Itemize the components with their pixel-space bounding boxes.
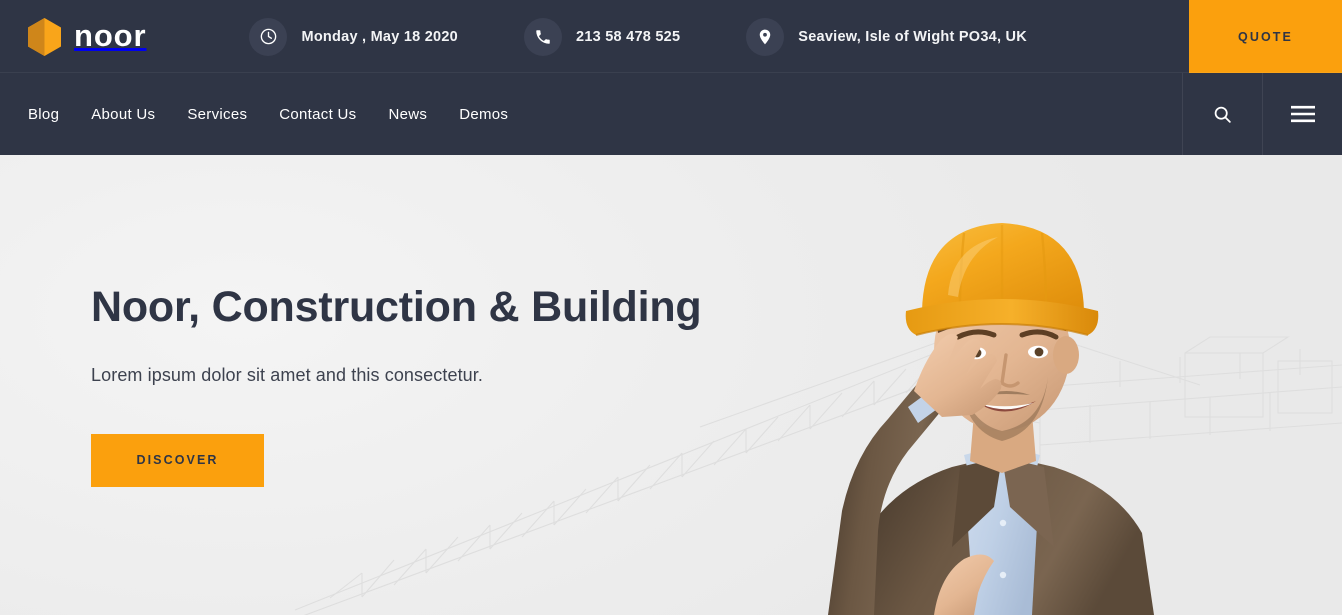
nav-link-contact-us[interactable]: Contact Us bbox=[279, 106, 388, 123]
hero-subtitle: Lorem ipsum dolor sit amet and this cons… bbox=[91, 364, 483, 385]
hero-section: Noor, Construction & Building Lorem ipsu… bbox=[0, 155, 1342, 615]
nav-item-demos: Demos bbox=[459, 73, 540, 155]
nav-item-contact-us: Contact Us bbox=[279, 73, 388, 155]
nav-link-about-us[interactable]: About Us bbox=[91, 106, 187, 123]
hamburger-menu-icon bbox=[1290, 104, 1316, 124]
hero-photo-construction-manager bbox=[762, 155, 1282, 615]
quote-button[interactable]: QUOTE bbox=[1189, 0, 1342, 73]
hero-content: Noor, Construction & Building Lorem ipsu… bbox=[91, 155, 711, 615]
nav-link-services[interactable]: Services bbox=[187, 106, 279, 123]
clock-icon bbox=[249, 17, 288, 56]
info-item-phone: 213 58 478 525 bbox=[524, 17, 681, 56]
nav-link-demos[interactable]: Demos bbox=[459, 106, 540, 123]
nav-link-list: Blog About Us Services Contact Us News D… bbox=[0, 73, 540, 155]
top-info-list: Monday , May 18 2020 213 58 478 525 Seav… bbox=[146, 0, 1342, 73]
nav-link-news[interactable]: News bbox=[388, 106, 459, 123]
nav-item-services: Services bbox=[187, 73, 279, 155]
search-button[interactable] bbox=[1182, 73, 1262, 155]
top-info-bar: noor Monday , May 18 2020 213 58 478 525… bbox=[0, 0, 1342, 73]
nav-tool-group bbox=[1182, 73, 1342, 155]
info-item-address: Seaview, Isle of Wight PO34, UK bbox=[746, 17, 1027, 56]
info-item-date: Monday , May 18 2020 bbox=[249, 17, 458, 56]
page-root: noor Monday , May 18 2020 213 58 478 525… bbox=[0, 0, 1342, 615]
phone-icon bbox=[524, 17, 562, 56]
brand-name: noor bbox=[74, 18, 147, 53]
discover-button[interactable]: DISCOVER bbox=[91, 433, 264, 487]
info-phone-text: 213 58 478 525 bbox=[576, 28, 681, 45]
hamburger-menu-button[interactable] bbox=[1262, 73, 1342, 155]
brand-logo[interactable]: noor bbox=[0, 0, 146, 73]
main-navigation: Blog About Us Services Contact Us News D… bbox=[0, 73, 1342, 155]
info-date-text: Monday , May 18 2020 bbox=[301, 28, 458, 45]
hero-title: Noor, Construction & Building bbox=[91, 283, 702, 332]
nav-link-blog[interactable]: Blog bbox=[28, 106, 91, 123]
nav-item-news: News bbox=[388, 73, 459, 155]
map-pin-icon bbox=[746, 17, 785, 56]
cube-logo-icon bbox=[28, 17, 61, 56]
nav-item-blog: Blog bbox=[28, 73, 91, 155]
nav-item-about-us: About Us bbox=[91, 73, 187, 155]
info-address-text: Seaview, Isle of Wight PO34, UK bbox=[798, 28, 1027, 45]
search-icon bbox=[1212, 104, 1233, 125]
